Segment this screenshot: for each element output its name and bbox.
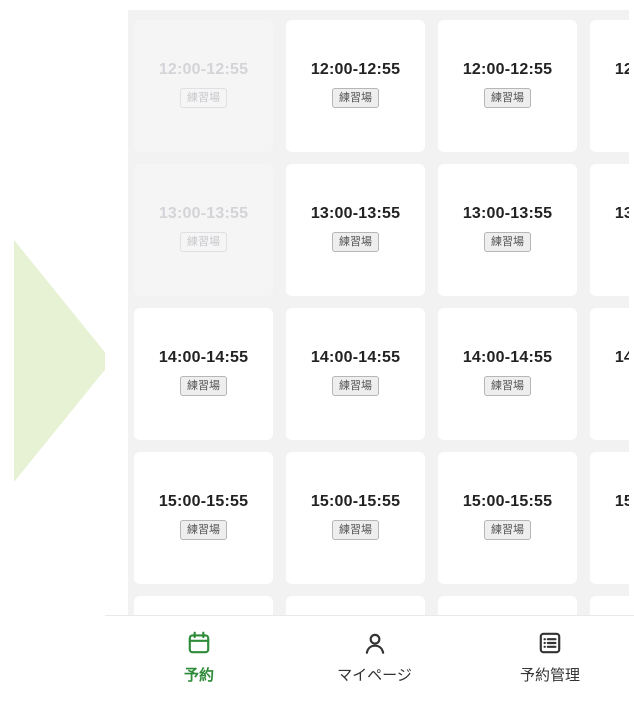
time-slot-card[interactable]: 12:00-12:55 練習場 [438, 20, 577, 152]
slot-time: 15:00-15:55 [310, 492, 401, 510]
time-slot-card[interactable]: 15:00-15:55 練習場 [286, 452, 425, 584]
tab-mypage-label: マイページ [337, 667, 412, 684]
time-slot-card[interactable] [134, 596, 273, 615]
slot-time: 13:00-13:55 [310, 204, 401, 222]
tab-manage[interactable]: 予約管理 [480, 616, 620, 707]
page: 12:00-12:55 練習場 12:00-12:55 練習場 12:00-12:55 練… [0, 0, 634, 707]
time-slot-card[interactable]: 15:00-15:55 練習場 [134, 452, 273, 584]
slot-grid: 12:00-12:55 練習場 12:00-12:55 練習場 12:00-12:55 練… [134, 20, 629, 615]
slot-facility-badge: 練習場 [332, 519, 379, 540]
time-slot-card[interactable]: 14:00-14:55 練習場 [286, 308, 425, 440]
time-slot-card[interactable]: 13:00-13:55 練習場 [286, 164, 425, 296]
slot-facility-badge: 練習場 [332, 87, 379, 108]
time-slot-card[interactable]: 12:00-12:55 練習場 [286, 20, 425, 152]
time-slot-card[interactable]: 15:00-15:55練習場 [590, 452, 629, 584]
time-slot-card[interactable]: 15:00-15:55 練習場 [438, 452, 577, 584]
time-slot-card[interactable] [590, 596, 629, 615]
slot-scroll-area[interactable]: 12:00-12:55 練習場 12:00-12:55 練習場 12:00-12:55 練… [128, 10, 629, 615]
time-slot-card[interactable]: 13:00-13:55練習場 [590, 164, 629, 296]
tab-mypage[interactable]: マイページ [305, 616, 445, 707]
time-slot-card[interactable]: 14:00-14:55 練習場 [438, 308, 577, 440]
decorative-arrow [14, 240, 112, 482]
calendar-icon [188, 631, 210, 654]
slot-facility-badge: 練習場 [180, 231, 227, 252]
time-slot-card[interactable] [438, 596, 577, 615]
slot-time: 13:00-13:55 [614, 204, 629, 222]
time-slot-card[interactable] [286, 596, 425, 615]
slot-time: 15:00-15:55 [614, 492, 629, 510]
slot-time: 12:00-12:55 [462, 60, 553, 78]
slot-time: 14:00-14:55 [158, 348, 249, 366]
slot-facility-badge: 練習場 [332, 375, 379, 396]
slot-time: 15:00-15:55 [462, 492, 553, 510]
slot-time: 14:00-14:55 [462, 348, 553, 366]
slot-facility-badge: 練習場 [332, 231, 379, 252]
tab-manage-label: 予約管理 [519, 667, 580, 684]
slot-facility-badge: 練習場 [180, 519, 227, 540]
bottom-tab-bar: 予約 マイページ 予約管理 [105, 615, 634, 707]
app-screen: 12:00-12:55 練習場 12:00-12:55 練習場 12:00-12:55 練… [105, 0, 634, 707]
time-slot-card[interactable]: 14:00-14:55練習場 [590, 308, 629, 440]
slot-time: 12:00-12:55 [158, 60, 249, 78]
slot-time: 12:00-12:55 [614, 60, 629, 78]
slot-time: 13:00-13:55 [158, 204, 249, 222]
user-icon [365, 633, 384, 654]
slot-facility-badge: 練習場 [180, 87, 227, 108]
slot-facility-badge: 練習場 [484, 375, 531, 396]
tab-reserve[interactable]: 予約 [129, 616, 269, 707]
time-slot-card[interactable]: 13:00-13:55 練習場 [438, 164, 577, 296]
slot-facility-badge: 練習場 [484, 519, 531, 540]
slot-facility-badge: 練習場 [484, 231, 531, 252]
time-slot-card: 12:00-12:55 練習場 [134, 20, 273, 152]
slot-time: 15:00-15:55 [158, 492, 249, 510]
time-slot-card[interactable]: 12:00-12:55練習場 [590, 20, 629, 152]
time-slot-card[interactable]: 14:00-14:55 練習場 [134, 308, 273, 440]
slot-time: 14:00-14:55 [310, 348, 401, 366]
tab-reserve-label: 予約 [183, 667, 214, 684]
slot-time: 14:00-14:55 [614, 348, 629, 366]
slot-facility-badge: 練習場 [484, 87, 531, 108]
list-icon [539, 632, 561, 654]
slot-time: 12:00-12:55 [310, 60, 401, 78]
time-slot-card: 13:00-13:55 練習場 [134, 164, 273, 296]
slot-facility-badge: 練習場 [180, 375, 227, 396]
slot-time: 13:00-13:55 [462, 204, 553, 222]
